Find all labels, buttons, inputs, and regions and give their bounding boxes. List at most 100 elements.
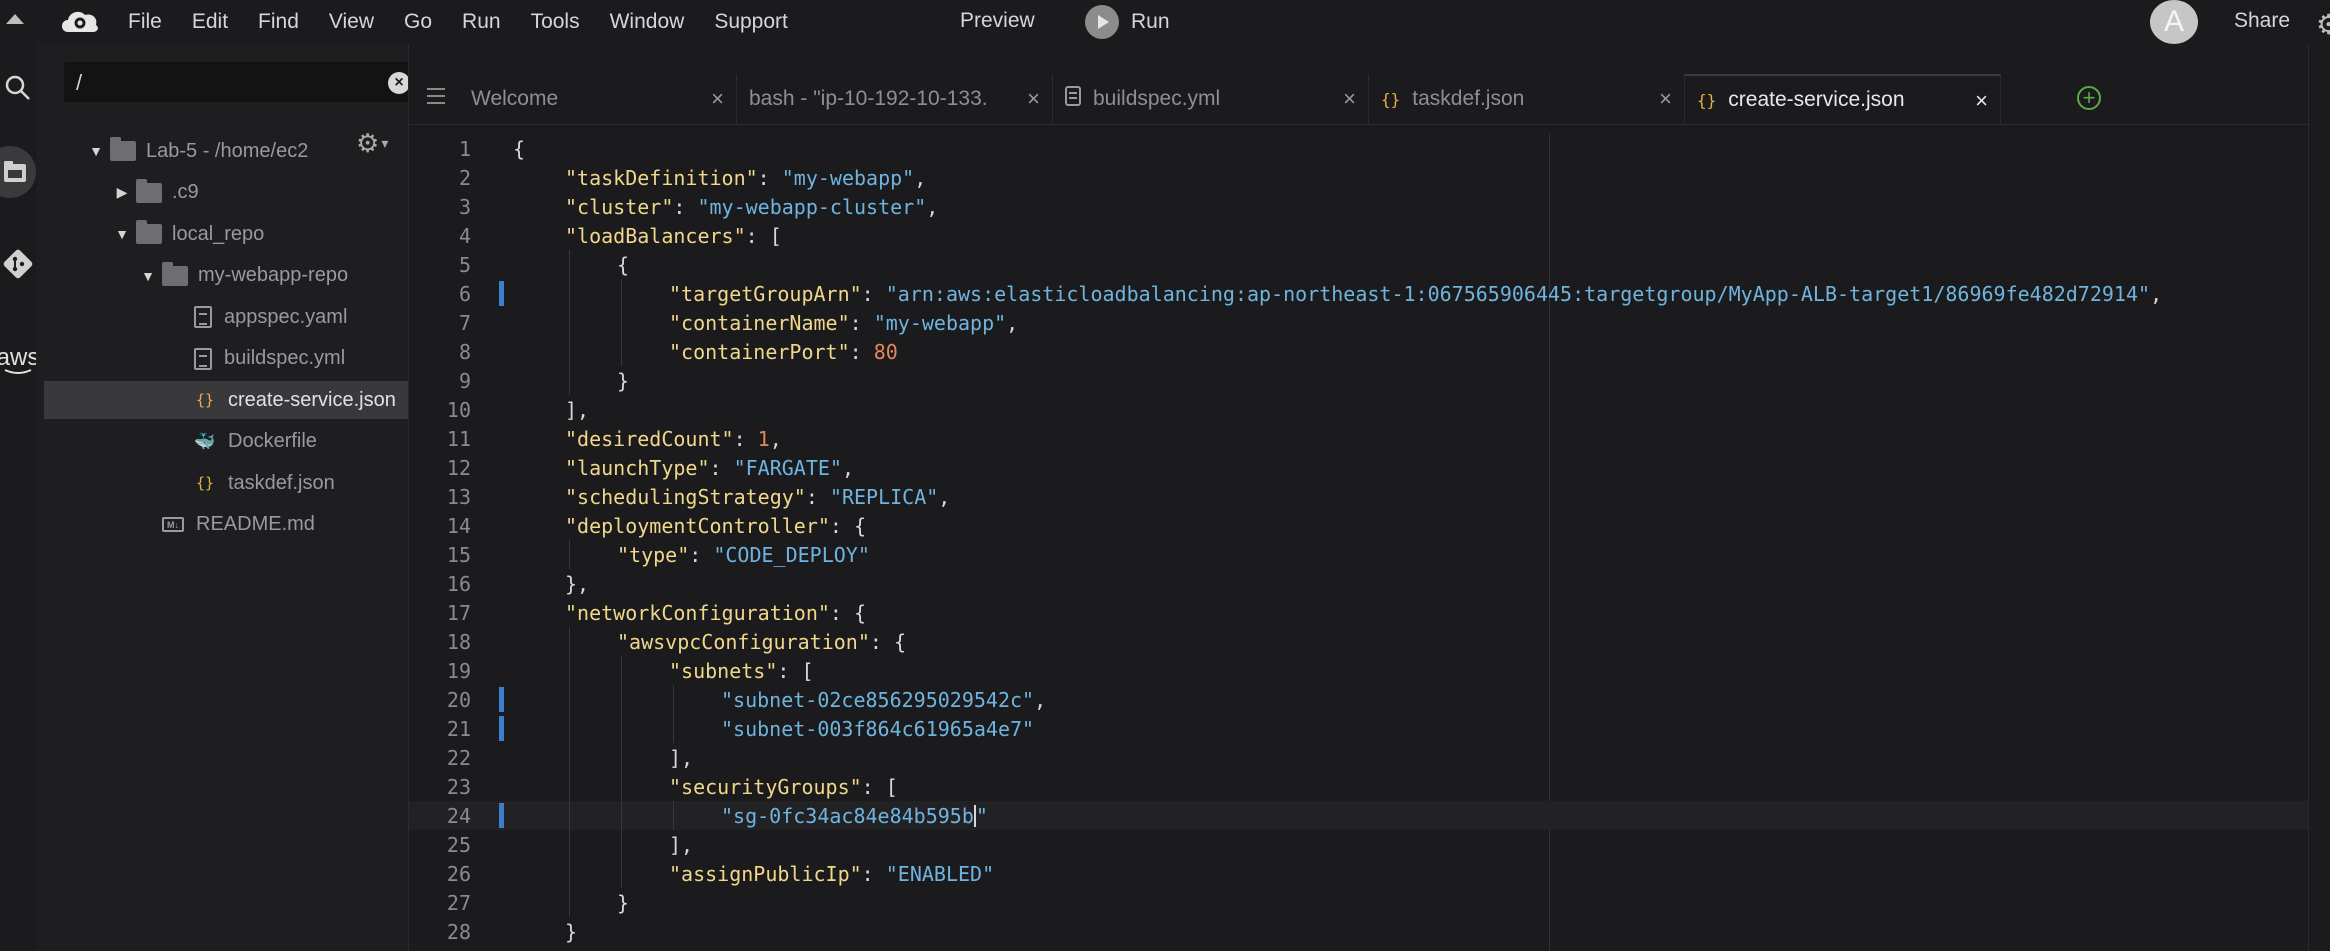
menu-edit[interactable]: Edit — [192, 10, 228, 34]
tree-item[interactable]: ▼ local_repo — [112, 215, 264, 253]
code-line: 24 "sg-0fc34ac84e84b595b " — [409, 801, 2309, 830]
share-button[interactable]: Share — [2234, 9, 2290, 33]
line-number: 9 — [458, 369, 471, 393]
chevron-down-icon[interactable]: ▼ — [112, 226, 132, 242]
line-number: 15 — [446, 543, 471, 567]
line-number: 11 — [446, 427, 471, 451]
source-control-icon[interactable] — [0, 248, 36, 280]
close-icon[interactable]: × — [1659, 86, 1672, 112]
json-punctuation: } — [617, 369, 630, 393]
json-string: "subnet-02ce856295029542c" — [721, 688, 1035, 712]
menu-tools[interactable]: Tools — [531, 10, 580, 34]
json-string: " — [975, 804, 988, 828]
tree-item[interactable]: ▼ Lab-5 - /home/ec2 — [86, 132, 308, 170]
search-input[interactable] — [74, 66, 378, 100]
code-line: 2 "taskDefinition": "my-webapp", — [409, 163, 2309, 192]
code-line: 14 "deploymentController": { — [409, 511, 2309, 540]
json-string: "my-webapp" — [873, 311, 1007, 335]
menu-go[interactable]: Go — [404, 10, 432, 34]
indent-guide — [621, 830, 622, 859]
folder-icon — [136, 220, 162, 244]
json-key: "launchType" — [565, 456, 710, 480]
code-text: "subnet-02ce856295029542c", — [721, 688, 1046, 712]
file-icon — [194, 347, 212, 370]
code-line: 11 "desiredCount": 1, — [409, 424, 2309, 453]
tree-item[interactable]: ▼ my-webapp-repo — [138, 257, 348, 295]
indent-guide — [569, 656, 570, 685]
menu-view[interactable]: View — [329, 10, 374, 34]
code-text: "loadBalancers": [ — [565, 224, 782, 248]
indent-guide — [621, 743, 622, 772]
code-text: ], — [565, 398, 589, 422]
markdown-icon: M↓ — [162, 517, 184, 532]
json-punctuation: : [ — [745, 224, 782, 248]
run-button[interactable]: Run — [1085, 4, 1170, 40]
menu-run[interactable]: Run — [462, 10, 501, 34]
code-line: 26 "assignPublicIp": "ENABLED" — [409, 859, 2309, 888]
cloud9-logo-icon[interactable] — [58, 6, 100, 36]
code-text: "networkConfiguration": { — [565, 601, 866, 625]
indent-guide — [569, 801, 570, 830]
code-text: "subnet-003f864c61965a4e7" — [721, 717, 1034, 741]
code-text: { — [513, 137, 525, 161]
menu-find[interactable]: Find — [258, 10, 299, 34]
folder-icon — [162, 261, 188, 286]
menu-window[interactable]: Window — [610, 10, 685, 34]
tree-item[interactable]: M↓ README.md — [162, 506, 315, 544]
environment-files-icon[interactable] — [0, 146, 36, 198]
code-line: 9} — [409, 366, 2309, 395]
tab-buildspec[interactable]: buildspec.yml × — [1053, 74, 1369, 124]
json-punctuation: , — [841, 456, 855, 480]
indent-guide — [569, 830, 570, 859]
line-number: 2 — [458, 166, 471, 190]
code-line: 22], — [409, 743, 2309, 772]
json-number: 80 — [873, 340, 898, 364]
line-number: 23 — [446, 775, 471, 799]
settings-gear-icon[interactable]: ⚙ — [2316, 8, 2330, 41]
close-icon[interactable]: × — [711, 86, 724, 112]
code-text: "schedulingStrategy": "REPLICA", — [565, 485, 950, 509]
json-punctuation: : — [849, 311, 874, 335]
aws-explorer-icon[interactable]: aws — [0, 344, 39, 375]
code-text: "desiredCount": 1, — [565, 427, 782, 451]
code-line: 25], — [409, 830, 2309, 859]
tree-item[interactable]: buildspec.yml — [194, 340, 345, 378]
close-icon[interactable]: × — [1975, 88, 1988, 114]
chevron-down-icon[interactable]: ▼ — [138, 268, 158, 284]
collapse-caret-icon[interactable] — [6, 14, 24, 24]
json-punctuation: { — [617, 253, 630, 277]
close-icon[interactable]: × — [1027, 86, 1040, 112]
tree-item[interactable]: appspec.yaml — [194, 298, 347, 336]
tree-settings-gear-icon[interactable]: ⚙ — [356, 128, 386, 159]
code-text: } — [617, 891, 629, 915]
tab-menu-icon[interactable] — [427, 88, 445, 104]
tab-create-service[interactable]: {} create-service.json × — [1685, 74, 2001, 124]
search-icon[interactable] — [0, 74, 36, 102]
code-line: 12 "launchType": "FARGATE", — [409, 453, 2309, 482]
add-tab-icon[interactable] — [2077, 86, 2101, 110]
close-icon[interactable]: × — [1343, 86, 1356, 112]
menu-file[interactable]: File — [128, 10, 162, 34]
user-avatar[interactable]: A — [2150, 0, 2198, 44]
json-key: "type" — [617, 543, 690, 567]
line-number: 6 — [458, 282, 471, 306]
clear-search-icon[interactable]: × — [388, 72, 410, 94]
json-punctuation: ], — [565, 398, 590, 422]
tree-item[interactable]: ▶ .c9 — [112, 174, 199, 212]
tree-item[interactable]: 🐳 Dockerfile — [194, 423, 317, 461]
chevron-down-icon[interactable]: ▼ — [86, 143, 106, 159]
tab-bash[interactable]: bash - "ip-10-192-10-133. × — [737, 74, 1053, 124]
line-number: 13 — [446, 485, 471, 509]
indent-guide — [621, 337, 622, 366]
chevron-right-icon[interactable]: ▶ — [112, 184, 132, 201]
menu-support[interactable]: Support — [714, 10, 788, 34]
json-string: "subnet-003f864c61965a4e7" — [721, 717, 1035, 741]
code-line: 15 "type": "CODE_DEPLOY" — [409, 540, 2309, 569]
tab-taskdef[interactable]: {} taskdef.json × — [1369, 74, 1685, 124]
line-number: 12 — [446, 456, 471, 480]
json-string: "my-webapp" — [781, 166, 915, 190]
right-panel-strip — [2308, 44, 2330, 951]
tree-item[interactable]: {} taskdef.json — [194, 464, 335, 502]
tab-welcome[interactable]: Welcome × — [459, 74, 737, 124]
preview-menu[interactable]: Preview — [960, 9, 1035, 33]
